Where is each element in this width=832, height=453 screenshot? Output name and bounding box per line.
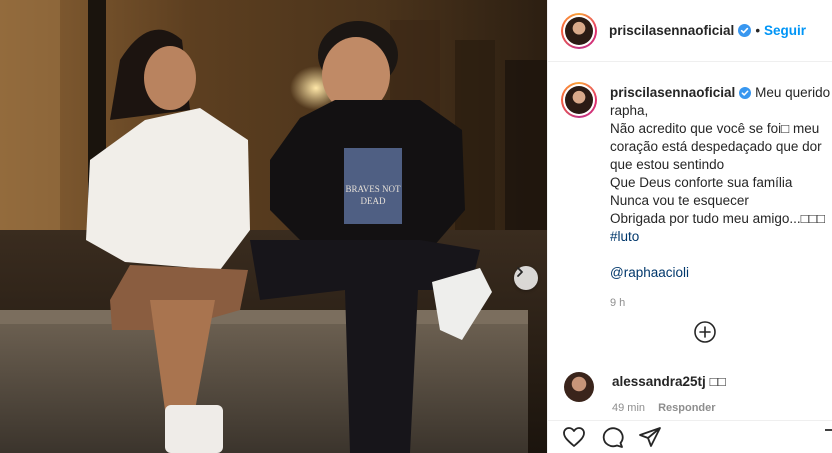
- post-header: priscilasennaoficial • Seguir: [548, 0, 832, 62]
- comment-button[interactable]: [600, 426, 624, 448]
- heart-icon: [563, 427, 585, 447]
- reply-button[interactable]: Responder: [658, 402, 715, 414]
- comment-bubble-icon: [602, 427, 624, 448]
- caption-line: rapha,: [610, 103, 649, 118]
- hashtag-link[interactable]: #luto: [610, 228, 830, 246]
- mention-link[interactable]: @raphaacioli: [610, 264, 830, 282]
- post-side-panel: priscilasennaoficial • Seguir priscilase…: [547, 0, 832, 453]
- shirt-text-line2: DEAD: [361, 196, 386, 206]
- comment-avatar[interactable]: [564, 372, 594, 402]
- post-photo[interactable]: BRAVES NOT DEAD: [0, 0, 547, 453]
- action-bar: [548, 420, 832, 453]
- caption-line: Não acredito que você se foi□ meu: [610, 121, 820, 136]
- comment-username[interactable]: alessandra25tj: [612, 374, 706, 389]
- follow-button[interactable]: Seguir: [764, 23, 806, 38]
- comment-time: 49 min: [612, 402, 646, 414]
- bookmark-icon: [825, 429, 832, 431]
- chevron-right-icon: [517, 267, 523, 277]
- caption-username[interactable]: priscilasennaoficial: [610, 85, 735, 100]
- caption-line: coração está despedaçado que dor: [610, 139, 822, 154]
- header-separator: •: [755, 23, 761, 38]
- verified-badge-icon: [739, 87, 752, 99]
- caption-avatar[interactable]: [561, 82, 597, 118]
- comment-item: alessandra25tj □□ 49 min Responder: [564, 372, 829, 414]
- save-button[interactable]: [824, 429, 832, 453]
- shirt-text-line1: BRAVES NOT: [345, 184, 401, 194]
- like-button[interactable]: [562, 426, 586, 448]
- caption-line: Nunca vou te esquecer: [610, 193, 749, 208]
- comment-text: □□: [709, 374, 726, 389]
- caption-line: Obrigada por tudo meu amigo...□□□: [610, 211, 826, 226]
- plus-circle-icon: [694, 321, 716, 343]
- share-button[interactable]: [638, 426, 662, 448]
- paper-plane-icon: [639, 427, 661, 447]
- next-photo-button[interactable]: [514, 266, 538, 290]
- post-time[interactable]: 9 h: [610, 294, 830, 312]
- caption-line: Que Deus conforte sua família: [610, 175, 793, 190]
- caption-line: que estou sentindo: [610, 157, 725, 172]
- caption: priscilasennaoficial Meu querido rapha, …: [561, 82, 830, 312]
- verified-badge-icon: [738, 24, 752, 37]
- caption-text: priscilasennaoficial Meu querido rapha, …: [610, 84, 830, 312]
- header-username[interactable]: priscilasennaoficial: [609, 23, 734, 38]
- avatar[interactable]: [561, 12, 597, 49]
- photo-illustration: BRAVES NOT DEAD: [0, 0, 547, 453]
- caption-line: Meu querido: [755, 85, 831, 100]
- load-more-comments-button[interactable]: [693, 320, 717, 344]
